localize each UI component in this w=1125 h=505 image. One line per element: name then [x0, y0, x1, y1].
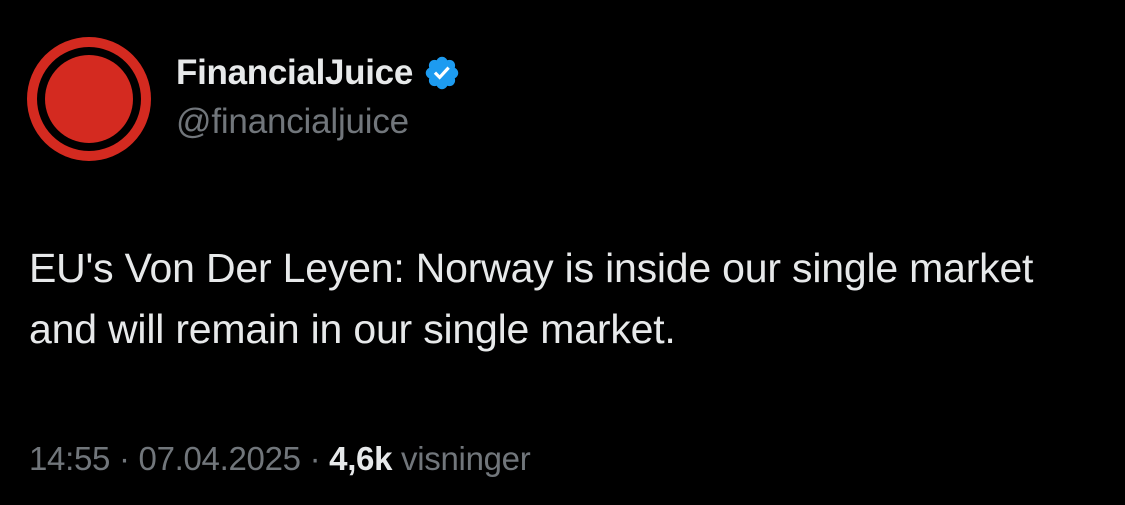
tweet-date[interactable]: 07.04.2025: [139, 440, 301, 477]
views-count[interactable]: 4,6k: [329, 440, 392, 477]
tweet-meta: 14:55 · 07.04.2025 · 4,6k visninger: [29, 440, 531, 478]
name-row: FinancialJuice: [176, 50, 461, 96]
views-label: visninger: [401, 440, 531, 477]
author-handle[interactable]: @financialjuice: [176, 102, 461, 142]
meta-separator: ·: [110, 440, 139, 477]
avatar-center-disc: [45, 55, 133, 143]
tweet-text: EU's Von Der Leyen: Norway is inside our…: [29, 245, 1034, 352]
avatar[interactable]: [27, 37, 151, 161]
tweet-card: FinancialJuice @financialjuice EU's Von …: [0, 0, 1125, 505]
meta-separator: ·: [300, 440, 330, 477]
tweet-time[interactable]: 14:55: [29, 440, 110, 477]
verified-badge-icon[interactable]: [423, 54, 461, 92]
author-block: FinancialJuice @financialjuice: [176, 50, 461, 142]
display-name[interactable]: FinancialJuice: [176, 53, 413, 93]
